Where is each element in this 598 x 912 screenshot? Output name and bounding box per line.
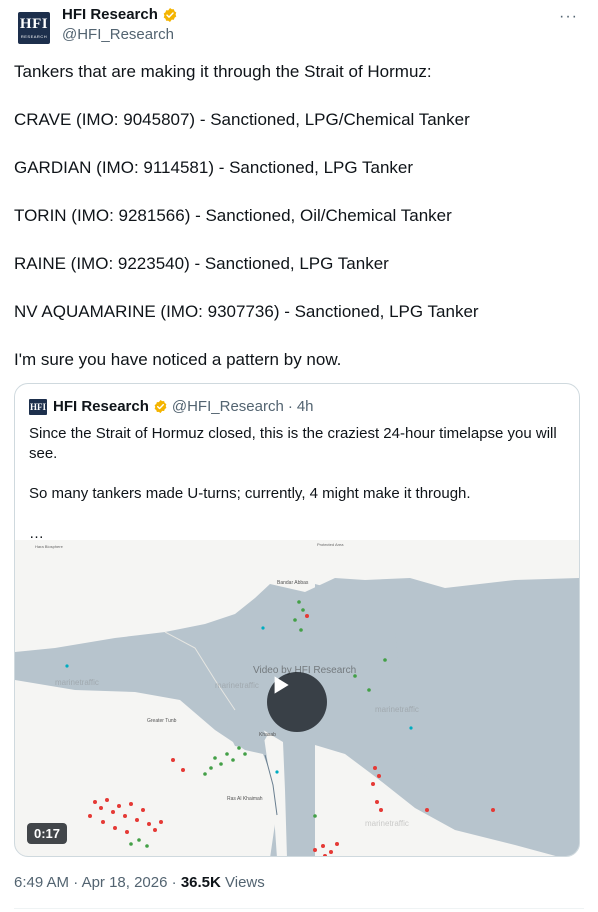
views-label: Views xyxy=(225,874,265,891)
svg-text:marinetraffic: marinetraffic xyxy=(215,681,259,690)
svg-text:marinetraffic: marinetraffic xyxy=(375,705,419,714)
quoted-paragraph: Since the Strait of Hormuz closed, this … xyxy=(29,425,557,462)
author-avatar[interactable]: HFI RESEARCH xyxy=(18,12,50,44)
tweet-text: Tankers that are making it through the S… xyxy=(14,60,574,372)
svg-text:Protected Area: Protected Area xyxy=(317,542,344,547)
quoted-separator: · xyxy=(287,398,293,415)
svg-text:marinetraffic: marinetraffic xyxy=(55,678,99,687)
verified-badge-icon xyxy=(154,399,167,414)
divider xyxy=(14,908,584,909)
meta-separator: · xyxy=(171,874,177,891)
svg-text:Bandar Abbas: Bandar Abbas xyxy=(277,580,309,586)
play-icon xyxy=(274,676,289,694)
tweet-paragraph: I'm sure you have noticed a pattern by n… xyxy=(14,350,342,369)
author-name[interactable]: HFI Research xyxy=(62,6,158,23)
tweet-paragraph: TORIN (IMO: 9281566) - Sanctioned, Oil/C… xyxy=(14,206,452,225)
svg-text:Greater Tunb: Greater Tunb xyxy=(147,718,177,724)
svg-text:Hara Biosphere: Hara Biosphere xyxy=(35,544,64,549)
tweet-header: HFI RESEARCH HFI Research @HFI_Research … xyxy=(14,4,584,46)
quoted-tweet[interactable]: HFI HFI Research @HFI_Research · 4h Sinc… xyxy=(14,383,580,857)
more-options-icon[interactable]: ··· xyxy=(559,8,578,26)
quoted-tweet-header: HFI HFI Research @HFI_Research · 4h xyxy=(29,398,314,415)
svg-text:Ras Al Khaimah: Ras Al Khaimah xyxy=(227,796,263,802)
tweet-paragraph: CRAVE (IMO: 9045807) - Sanctioned, LPG/C… xyxy=(14,110,470,129)
tweet-date[interactable]: Apr 18, 2026 xyxy=(82,874,168,891)
svg-text:Khasab: Khasab xyxy=(259,732,276,738)
quoted-author-avatar: HFI xyxy=(29,398,47,415)
tweet-time[interactable]: 6:49 AM xyxy=(14,874,69,891)
views-count: 36.5K xyxy=(180,874,221,891)
tweet-paragraph: GARDIAN (IMO: 9114581) - Sanctioned, LPG… xyxy=(14,158,414,177)
quoted-timestamp: 4h xyxy=(296,398,314,415)
quoted-paragraph: So many tankers made U-turns; currently,… xyxy=(29,485,471,502)
tweet-meta: 6:49 AM · Apr 18, 2026 · 36.5K Views xyxy=(14,874,265,891)
quoted-tweet-text: Since the Strait of Hormuz closed, this … xyxy=(29,424,569,544)
author-name-row: HFI Research xyxy=(62,6,178,23)
avatar-logo-subtext: RESEARCH xyxy=(20,34,48,39)
play-button[interactable] xyxy=(267,672,327,732)
tweet-paragraph: RAINE (IMO: 9223540) - Sanctioned, LPG T… xyxy=(14,254,389,273)
video-player[interactable]: Bandar Abbas Greater Tunb Khasab Ras Al … xyxy=(15,540,579,856)
meta-separator: · xyxy=(73,874,79,891)
video-duration-badge: 0:17 xyxy=(27,823,68,844)
verified-badge-icon xyxy=(163,7,177,22)
svg-text:marinetraffic: marinetraffic xyxy=(365,819,409,828)
quoted-author-name: HFI Research xyxy=(53,398,149,415)
avatar-logo-text: HFI xyxy=(19,16,49,32)
quoted-author-handle: @HFI_Research xyxy=(171,398,284,415)
tweet-paragraph: Tankers that are making it through the S… xyxy=(14,62,432,81)
author-handle[interactable]: @HFI_Research xyxy=(62,26,174,43)
tweet-paragraph: NV AQUAMARINE (IMO: 9307736) - Sanctione… xyxy=(14,302,479,321)
